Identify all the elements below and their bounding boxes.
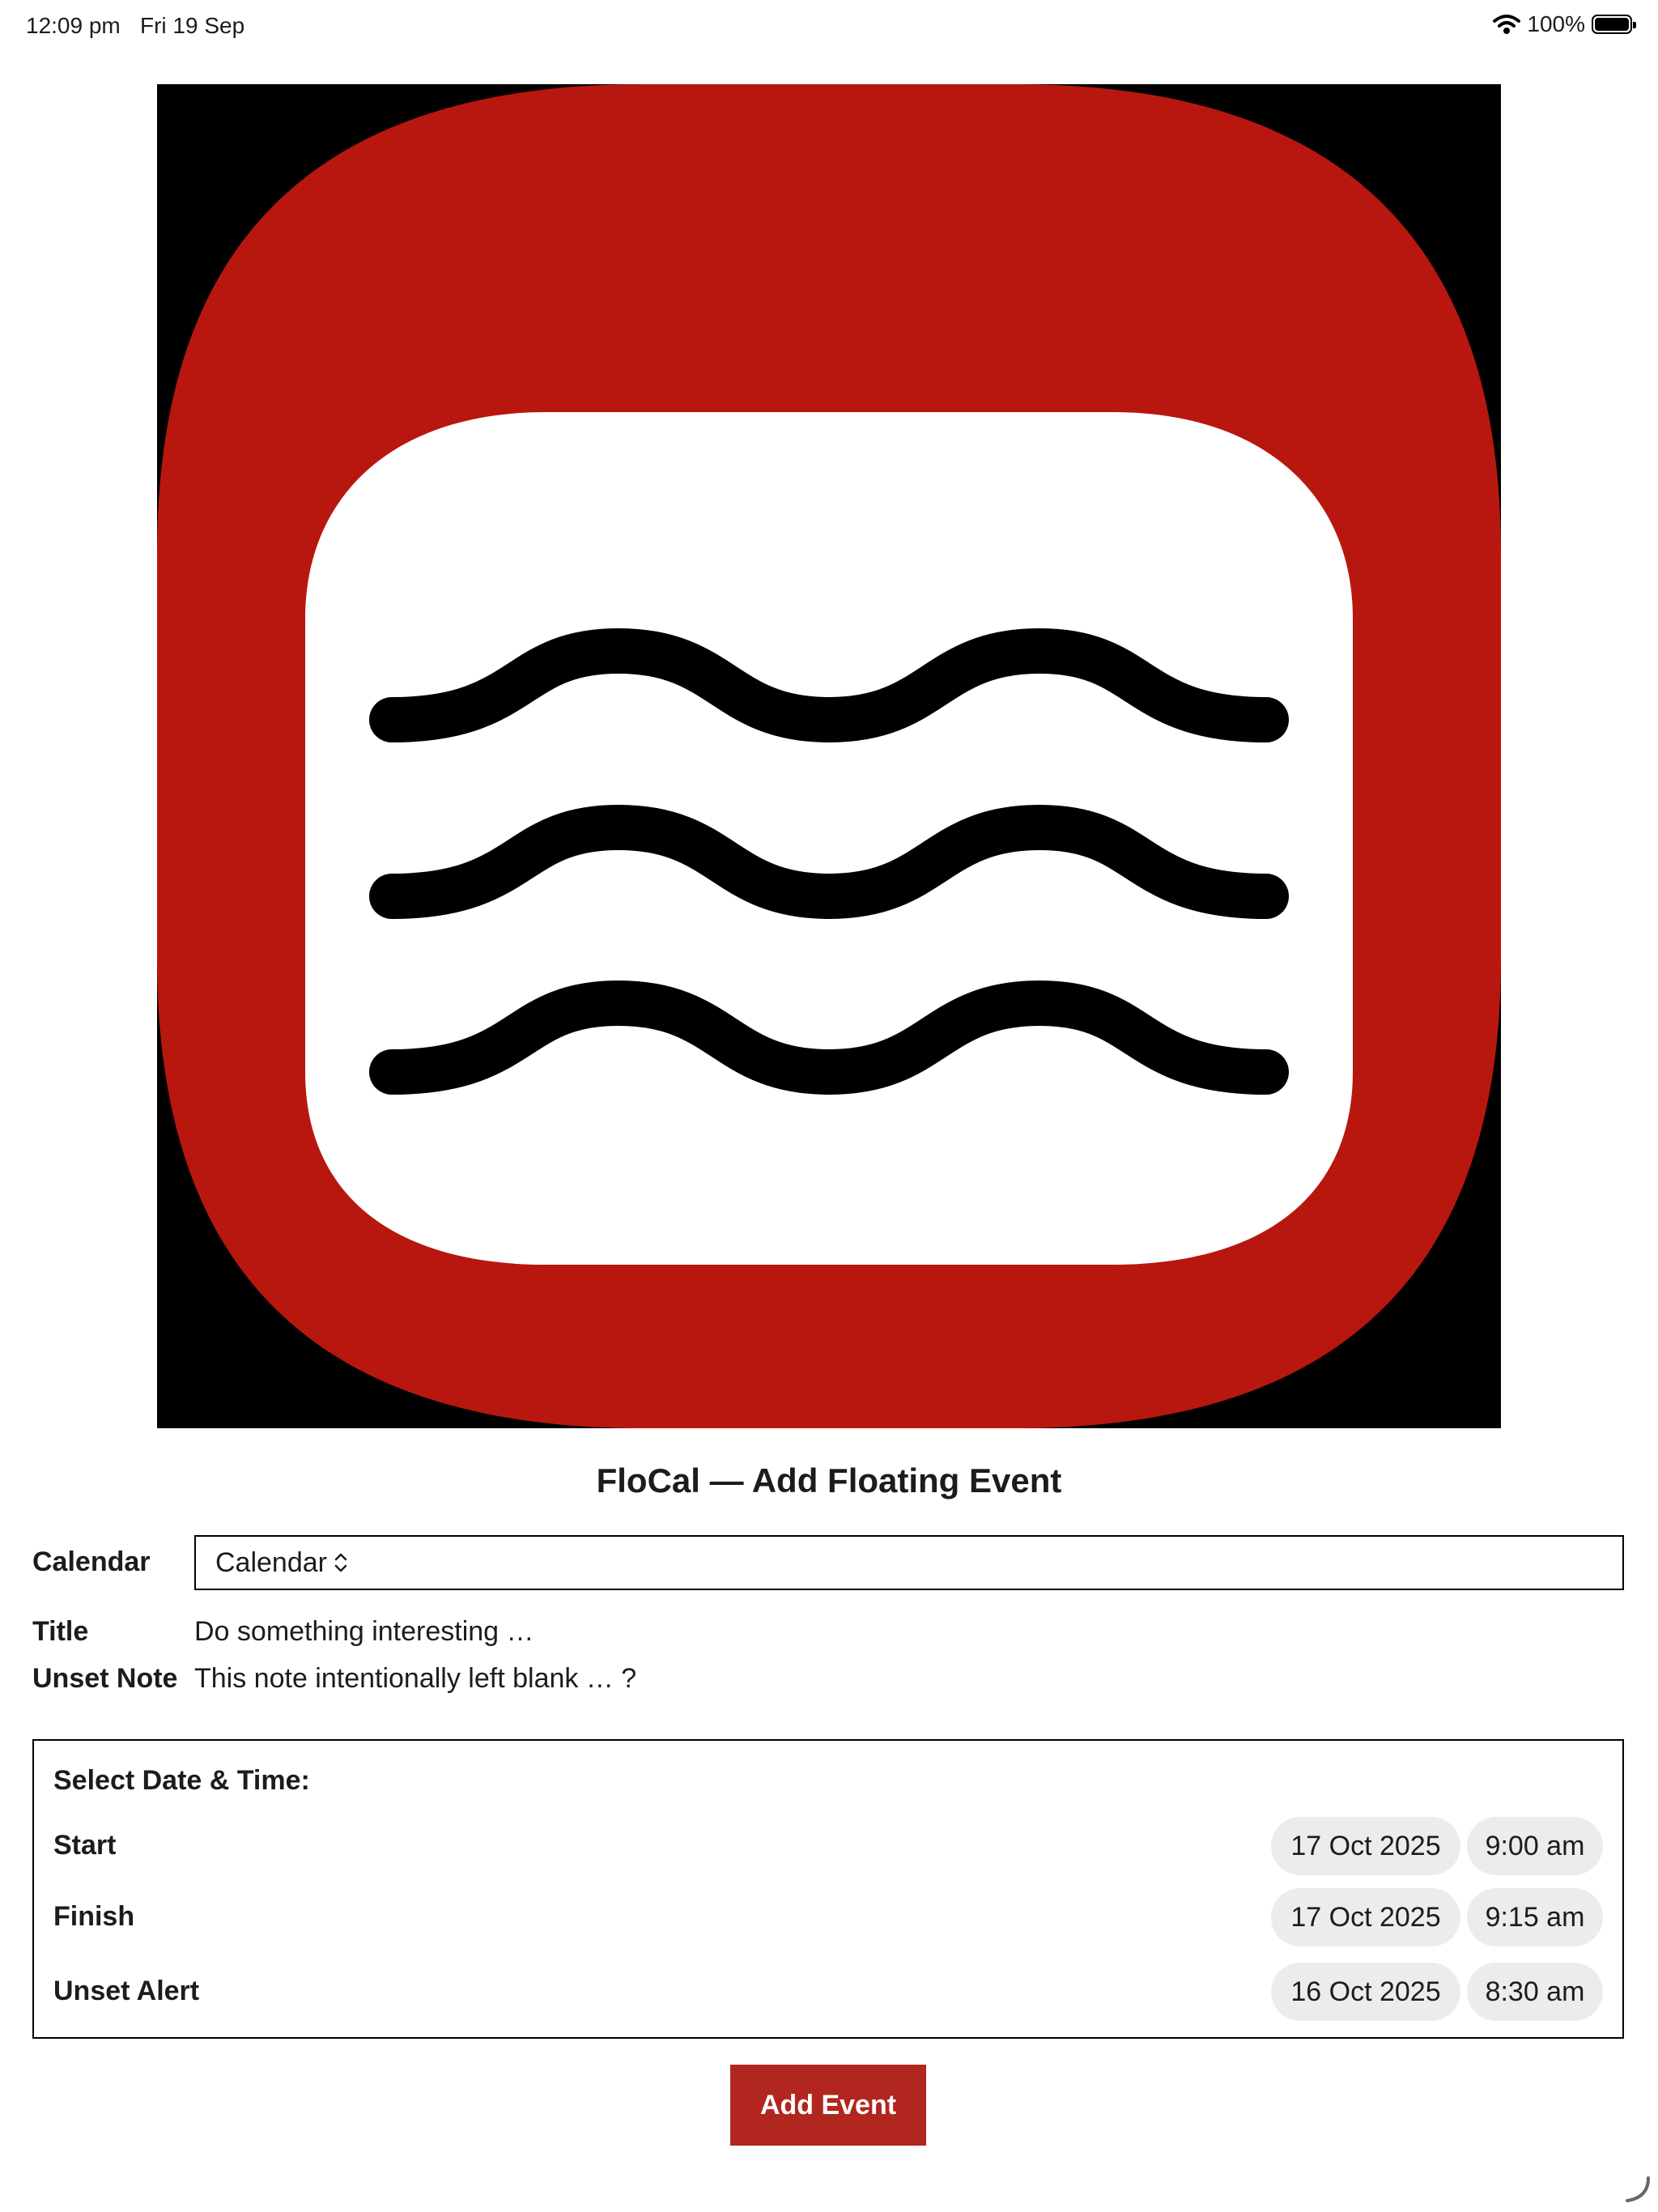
status-indicators: 100% [1493, 11, 1636, 37]
finish-row: Finish 17 Oct 2025 9:15 am [34, 1888, 1622, 1946]
finish-label: Finish [53, 1901, 135, 1932]
start-label: Start [53, 1830, 117, 1861]
flocal-logo [157, 84, 1501, 1428]
calendar-select[interactable]: Calendar [194, 1535, 1624, 1590]
title-label: Title [32, 1616, 89, 1647]
alert-row: Unset Alert 16 Oct 2025 8:30 am [34, 1963, 1622, 2021]
finish-date-picker[interactable]: 17 Oct 2025 [1271, 1888, 1460, 1946]
wifi-icon [1493, 15, 1521, 34]
title-field[interactable]: Do something interesting … [194, 1616, 534, 1648]
alert-date-picker[interactable]: 16 Oct 2025 [1271, 1963, 1460, 2021]
alert-time-picker[interactable]: 8:30 am [1467, 1963, 1603, 2021]
start-date-picker[interactable]: 17 Oct 2025 [1271, 1817, 1460, 1875]
note-label: Unset Note [32, 1663, 178, 1694]
page-title: FloCal — Add Floating Event [596, 1461, 1062, 1499]
battery-percent: 100% [1527, 11, 1585, 36]
calendar-select-value: Calendar [215, 1546, 327, 1578]
resize-handle-icon[interactable] [1621, 2173, 1653, 2206]
status-time: 12:09 pm [26, 13, 121, 38]
start-row: Start 17 Oct 2025 9:00 am [34, 1817, 1622, 1875]
chevron-up-down-icon [334, 1551, 348, 1574]
status-date: Fri 19 Sep [140, 13, 245, 38]
datetime-heading: Select Date & Time: [53, 1765, 310, 1796]
calendar-label: Calendar [32, 1546, 151, 1577]
add-event-button[interactable]: Add Event [730, 2065, 926, 2146]
alert-label: Unset Alert [53, 1976, 200, 2006]
battery-icon [1592, 15, 1636, 34]
status-bar: 12:09 pm Fri 19 Sep 100% [0, 0, 1658, 52]
note-field[interactable]: This note intentionally left blank … ? [194, 1663, 636, 1695]
start-time-picker[interactable]: 9:00 am [1467, 1817, 1603, 1875]
datetime-panel: Select Date & Time: Start 17 Oct 2025 9:… [32, 1739, 1624, 2039]
finish-time-picker[interactable]: 9:15 am [1467, 1888, 1603, 1946]
